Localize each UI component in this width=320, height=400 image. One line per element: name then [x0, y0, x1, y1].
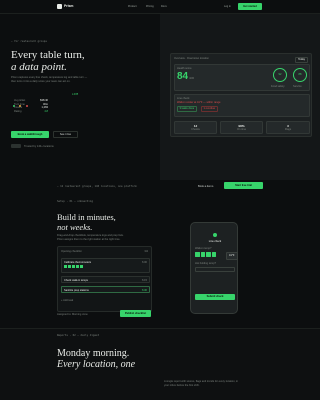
- nav-docs[interactable]: Docs: [161, 5, 167, 8]
- hero-title: Every table turn, a data point.: [11, 49, 85, 73]
- book-demo-link[interactable]: Book a demo: [198, 185, 213, 189]
- hot-holding-input[interactable]: [195, 267, 235, 272]
- start-trial-button[interactable]: Start free trial: [224, 182, 263, 189]
- kpi-label: On time: [236, 128, 247, 132]
- ring1-value: 92: [278, 72, 282, 76]
- build-title-line2: not weeks.: [57, 221, 93, 232]
- hero-title-line1: Every table turn,: [11, 49, 85, 61]
- see-live-button[interactable]: See it live: [53, 131, 78, 138]
- task-row[interactable]: Calibrate thermometers 6:00: [61, 258, 150, 273]
- task-meta: 6:00: [141, 261, 147, 264]
- reports-title-line1: Monday morning.: [57, 348, 130, 359]
- ring2-label: Service: [293, 84, 302, 88]
- nav-product[interactable]: Product: [128, 5, 137, 8]
- score-label: Health score: [177, 67, 192, 70]
- chip-overdue: 1 overdue: [201, 106, 218, 113]
- build-eyebrow: Setup · 01 — onboarding: [57, 200, 93, 203]
- task-meta: 6:30: [141, 288, 147, 292]
- line-check-card: Line check Walk-in cooler at 41°F — with…: [174, 94, 310, 117]
- get-started-button[interactable]: Get started: [238, 3, 262, 10]
- login-link[interactable]: Log in: [224, 5, 231, 8]
- task-label: Calibrate thermometers: [64, 261, 92, 264]
- phone-mockup: Line check Walk-in temp? Hot holding tem…: [190, 222, 238, 314]
- hero-eyebrow: — for restaurant groups: [11, 40, 47, 43]
- task-row[interactable]: Check walk-in temps 6:15: [61, 276, 150, 283]
- ring2-value: 88: [298, 72, 302, 76]
- hero-title-line2: a data point.: [11, 61, 67, 73]
- dashboard-panel: Overview · Downtown location Today Healt…: [170, 53, 312, 137]
- kpi-label: Flags: [284, 128, 292, 132]
- reports-section: [0, 328, 320, 400]
- kpi-label: Checks: [191, 128, 200, 132]
- checklist-panel: Opening checklist 3/4 Calibrate thermome…: [57, 246, 152, 312]
- stat-row: Rating 4.8: [14, 110, 48, 114]
- phone-title: Line check: [208, 240, 222, 243]
- build-title: Build in minutes, not weeks.: [57, 212, 116, 232]
- build-body: Drag-and-drop checklists, temperature lo…: [57, 234, 124, 241]
- avatar-stack: [11, 144, 21, 148]
- hero-footnote: Trusted by 140+ locations: [24, 144, 54, 148]
- status-badge: LIVE: [72, 93, 79, 96]
- brand-name[interactable]: Prism: [64, 4, 73, 8]
- top-nav: Prism Product Pricing Docs Log in Get st…: [0, 0, 320, 14]
- task-steps: [64, 265, 83, 268]
- score-unit: /100: [189, 77, 195, 80]
- kpi-card: 12 Checks: [174, 121, 217, 134]
- alerts-label: Line check: [177, 97, 190, 100]
- chip-done: 3 tasks done: [177, 106, 197, 113]
- ring1-label: Food safety: [271, 84, 285, 88]
- score-value: 84: [177, 71, 189, 82]
- phone-question-1: Walk-in temp?: [195, 247, 212, 250]
- hero-body: Prism captures every line check, tempera…: [11, 76, 88, 83]
- logo-icon: [57, 4, 62, 9]
- date-filter[interactable]: Today: [295, 56, 308, 63]
- submit-check-button[interactable]: Submit check: [195, 294, 235, 300]
- reports-eyebrow: Reports · 02 — daily digest: [57, 334, 100, 337]
- book-walkthrough-button[interactable]: Book a walkthrough: [11, 131, 49, 138]
- phone-question-2: Hot holding temp?: [195, 262, 217, 265]
- checklist-title: Opening checklist: [61, 250, 82, 253]
- nav-pricing[interactable]: Pricing: [146, 5, 154, 8]
- reports-title-line2: Every location, one: [57, 359, 136, 370]
- publish-checklist-button[interactable]: Publish checklist: [120, 310, 151, 317]
- score-card: Health score 84 /100 92 Food safety 88 S…: [174, 64, 310, 91]
- task-label: Sanitize prep stations: [64, 288, 89, 292]
- task-row[interactable]: Sanitize prep stations 6:30: [61, 286, 150, 293]
- checklist-status: 3/4: [144, 250, 148, 253]
- alert-text: Walk-in cooler at 41°F — within range: [177, 101, 221, 104]
- stat-label: Rating: [14, 109, 22, 113]
- temp-tooltip: 41°F: [226, 252, 238, 260]
- kpi-card: 98% On time: [220, 121, 263, 134]
- add-task-button[interactable]: + Add task: [61, 299, 73, 303]
- check-icon: [213, 233, 217, 237]
- hero-stats: Avg ticket $38.40 Turn time 46m Covers 1,28…: [14, 99, 48, 113]
- task-meta: 6:15: [141, 278, 147, 282]
- task-label: Check walk-in temps: [64, 278, 88, 282]
- logos-strip: — 12 restaurant groups, 140 locations, o…: [57, 184, 137, 188]
- dashboard-title: Overview · Downtown location: [174, 57, 209, 60]
- reports-title: Monday morning. Every location, one: [57, 348, 135, 370]
- stat-value: 4.8: [44, 109, 48, 113]
- reports-body: A single report with scores, flags and t…: [164, 380, 239, 387]
- kpi-card: 3 Flags: [266, 121, 310, 134]
- temp-picker[interactable]: [195, 252, 216, 257]
- build-section: [0, 180, 320, 328]
- assignee-text: Assigned to: Morning crew: [57, 313, 88, 316]
